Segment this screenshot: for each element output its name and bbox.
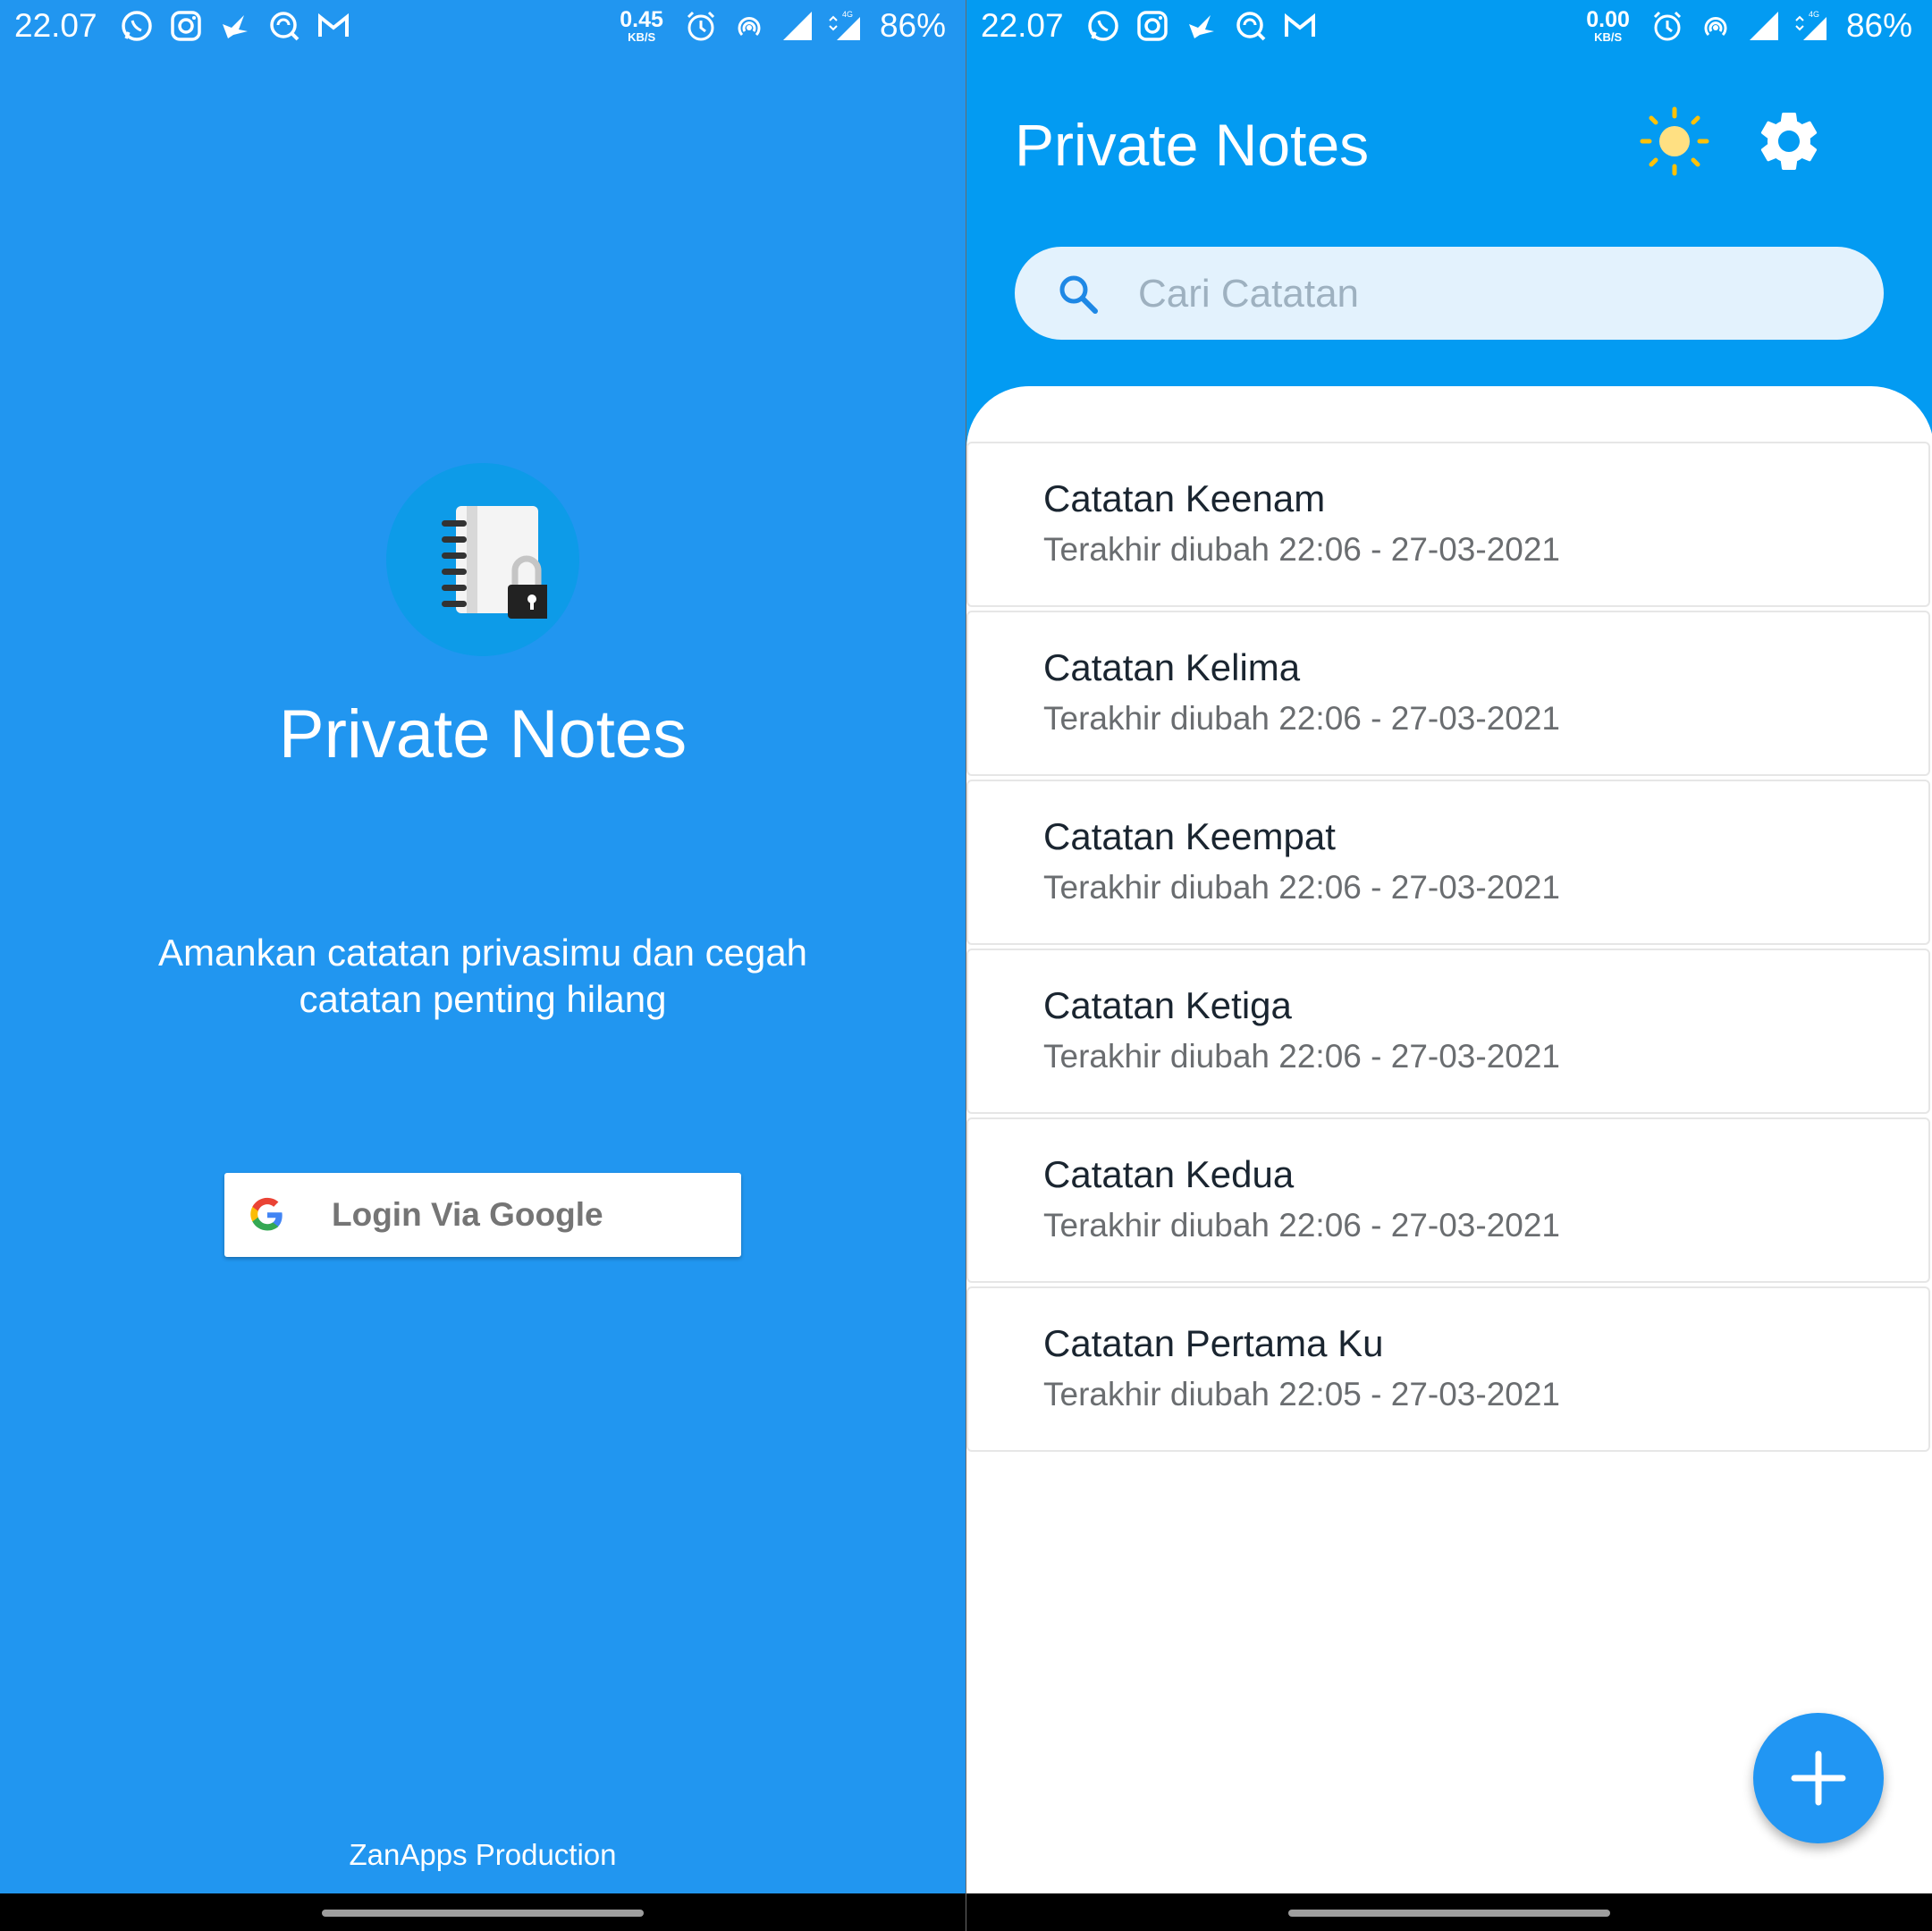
status-time: 22.07 [981, 7, 1064, 44]
theme-toggle-button[interactable] [1639, 105, 1710, 177]
note-modified: Terakhir diubah 22:05 - 27-03-2021 [1043, 1376, 1560, 1412]
note-title: Catatan Pertama Ku [1043, 1322, 1384, 1364]
note-modified: Terakhir diubah 22:06 - 27-03-2021 [1043, 869, 1560, 906]
hotspot-icon [738, 17, 761, 37]
home-gesture-bar[interactable] [1288, 1910, 1610, 1917]
alarm-icon [687, 11, 714, 41]
svg-text:4G: 4G [842, 10, 853, 19]
home-gesture-bar[interactable] [322, 1910, 644, 1917]
search-input[interactable] [1136, 247, 1855, 342]
google-login-label: Login Via Google [332, 1196, 603, 1233]
signal-icon [1749, 12, 1778, 40]
plus-icon [1791, 1750, 1846, 1806]
note-item[interactable]: Catatan Keempat Terakhir diubah 22:06 - … [966, 780, 1930, 945]
sun-icon [1640, 106, 1709, 176]
note-title: Catatan Keempat [1043, 815, 1336, 857]
app-logo [386, 463, 579, 656]
gmail-icon [317, 13, 349, 37]
navigation-bar [0, 1893, 966, 1931]
bird-app-icon [1188, 15, 1214, 38]
note-title: Catatan Ketiga [1043, 984, 1292, 1026]
gear-icon [1760, 112, 1818, 170]
google-icon [250, 1197, 283, 1231]
battery-level: 86% [879, 7, 946, 44]
svg-text:4G: 4G [1809, 10, 1819, 19]
battery-level: 86% [1845, 7, 1912, 44]
gmail-icon [1284, 13, 1315, 37]
search-app-icon [1236, 12, 1266, 41]
login-screen: 22.07 0.45 KB/S 4G 86% Private Notes Ama… [0, 0, 966, 1931]
note-list: Catatan Keenam Terakhir diubah 22:06 - 2… [966, 442, 1932, 1455]
notes-screen: 22.07 0.00 KB/S 4G 86% Private Notes Car… [966, 0, 1932, 1931]
instagram-icon [170, 11, 201, 41]
note-modified: Terakhir diubah 22:06 - 27-03-2021 [1043, 1207, 1560, 1244]
tagline: Amankan catatan privasimu dan cegah cata… [157, 932, 808, 1020]
4g-signal-icon: 4G [1795, 10, 1827, 40]
net-speed: 0.00 KB/S [1586, 7, 1630, 44]
alarm-icon [1653, 11, 1681, 41]
app-title: Private Notes [278, 696, 688, 772]
note-modified: Terakhir diubah 22:06 - 27-03-2021 [1043, 700, 1560, 737]
footer-credit: ZanApps Production [349, 1838, 617, 1871]
whatsapp-icon [121, 11, 152, 41]
whatsapp-icon [1087, 11, 1118, 41]
signal-icon [782, 12, 812, 40]
settings-button[interactable] [1753, 105, 1825, 177]
note-modified: Terakhir diubah 22:06 - 27-03-2021 [1043, 531, 1560, 568]
app-title: Private Notes [1015, 112, 1370, 178]
add-note-button[interactable] [1753, 1713, 1884, 1843]
search-icon [1059, 275, 1098, 314]
hotspot-icon [1704, 17, 1727, 37]
note-item[interactable]: Catatan Pertama Ku Terakhir diubah 22:05… [966, 1286, 1930, 1452]
status-time: 22.07 [14, 7, 97, 44]
note-title: Catatan Keenam [1043, 477, 1326, 519]
note-title: Catatan Kelima [1043, 646, 1301, 688]
navigation-bar [966, 1893, 1932, 1931]
status-bar: 22.07 0.45 KB/S 4G 86% [0, 0, 966, 57]
search-app-icon [269, 12, 300, 41]
google-login-button[interactable]: Login Via Google [224, 1173, 741, 1257]
notebook-lock-icon [442, 506, 547, 619]
net-speed: 0.45 KB/S [620, 7, 663, 44]
note-modified: Terakhir diubah 22:06 - 27-03-2021 [1043, 1038, 1560, 1075]
note-item[interactable]: Catatan Ketiga Terakhir diubah 22:06 - 2… [966, 949, 1930, 1114]
search-bar [1015, 247, 1884, 342]
note-item[interactable]: Catatan Kedua Terakhir diubah 22:06 - 27… [966, 1117, 1930, 1283]
bird-app-icon [222, 15, 248, 38]
note-item[interactable]: Catatan Keenam Terakhir diubah 22:06 - 2… [966, 442, 1930, 607]
4g-signal-icon: 4G [829, 10, 860, 40]
instagram-icon [1136, 11, 1168, 41]
note-title: Catatan Kedua [1043, 1153, 1295, 1195]
status-bar: 22.07 0.00 KB/S 4G 86% [966, 0, 1932, 57]
note-item[interactable]: Catatan Kelima Terakhir diubah 22:06 - 2… [966, 611, 1930, 776]
